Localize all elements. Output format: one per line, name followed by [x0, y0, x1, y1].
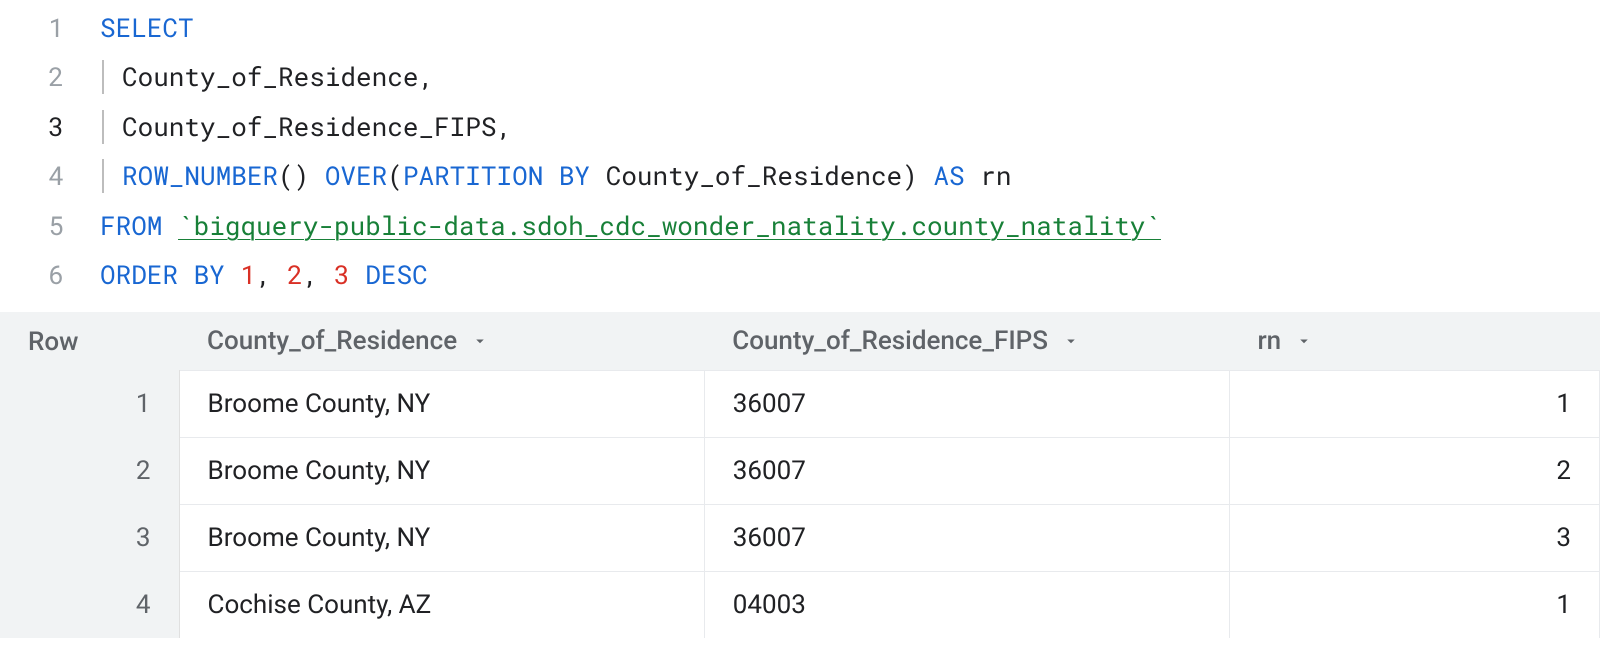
caret-down-icon: [1295, 332, 1313, 350]
code-content[interactable]: County_of_Residence_FIPS,: [100, 103, 1600, 152]
cell-fips: 36007: [704, 505, 1229, 572]
token-kw: FROM: [100, 209, 178, 243]
column-header-fips[interactable]: County_of_Residence_FIPS: [704, 312, 1229, 371]
code-content[interactable]: County_of_Residence,: [100, 53, 1600, 102]
query-results-table: Row County_of_Residence County_of_Reside…: [0, 312, 1600, 638]
token-kw: ORDER BY: [100, 258, 240, 292]
indent-guide: ROW_NUMBER() OVER(PARTITION BY County_of…: [102, 159, 1011, 193]
cell-county: Broome County, NY: [179, 371, 704, 438]
token-pn: ,: [496, 110, 512, 144]
table-row[interactable]: 1Broome County, NY360071: [0, 371, 1600, 438]
token-pn: ): [902, 159, 933, 193]
line-number: 3: [0, 103, 100, 152]
table-row[interactable]: 2Broome County, NY360072: [0, 438, 1600, 505]
token-id: County_of_Residence_FIPS: [122, 110, 496, 144]
line-number: 5: [0, 202, 100, 251]
column-header-county[interactable]: County_of_Residence: [179, 312, 704, 371]
cell-county: Cochise County, AZ: [179, 572, 704, 639]
cell-rn: 1: [1229, 371, 1599, 438]
results-header-row: Row County_of_Residence County_of_Reside…: [0, 312, 1600, 371]
cell-county: Broome County, NY: [179, 438, 704, 505]
table-row[interactable]: 3Broome County, NY360073: [0, 505, 1600, 572]
row-number-cell: 1: [0, 371, 179, 438]
cell-rn: 3: [1229, 505, 1599, 572]
token-kw: DESC: [350, 258, 428, 292]
line-number: 4: [0, 152, 100, 201]
row-number-cell: 3: [0, 505, 179, 572]
token-id: rn: [965, 159, 1012, 193]
code-content[interactable]: SELECT: [100, 4, 1600, 53]
editor-line[interactable]: 5FROM `bigquery-public-data.sdoh_cdc_won…: [0, 202, 1600, 251]
cell-fips: 36007: [704, 438, 1229, 505]
token-kw: PARTITION BY: [403, 159, 590, 193]
indent-guide: County_of_Residence_FIPS,: [102, 110, 512, 144]
token-kw: OVER: [325, 159, 387, 193]
token-num: 1: [240, 258, 256, 292]
token-pn: ,: [256, 258, 287, 292]
token-fn: ROW_NUMBER: [122, 159, 278, 193]
cell-rn: 2: [1229, 438, 1599, 505]
token-kw: AS: [933, 159, 964, 193]
token-num: 2: [287, 258, 303, 292]
line-number: 2: [0, 53, 100, 102]
row-number-cell: 2: [0, 438, 179, 505]
token-id: County_of_Residence: [122, 60, 418, 94]
column-header-label: County_of_Residence: [207, 326, 457, 356]
token-kw: SELECT: [100, 11, 194, 45]
editor-line[interactable]: 6ORDER BY 1, 2, 3 DESC: [0, 251, 1600, 300]
token-id: County_of_Residence: [590, 159, 902, 193]
column-header-rn[interactable]: rn: [1229, 312, 1599, 371]
cell-county: Broome County, NY: [179, 505, 704, 572]
line-number: 1: [0, 4, 100, 53]
sql-editor[interactable]: 1SELECT2County_of_Residence,3County_of_R…: [0, 0, 1600, 312]
column-header-label: Row: [28, 327, 78, 357]
column-header-label: County_of_Residence_FIPS: [732, 326, 1048, 356]
token-num: 3: [334, 258, 350, 292]
editor-line[interactable]: 4ROW_NUMBER() OVER(PARTITION BY County_o…: [0, 152, 1600, 201]
token-pn: ,: [418, 60, 434, 94]
editor-line[interactable]: 1SELECT: [0, 4, 1600, 53]
code-content[interactable]: ORDER BY 1, 2, 3 DESC: [100, 251, 1600, 300]
indent-guide: County_of_Residence,: [102, 60, 434, 94]
cell-fips: 04003: [704, 572, 1229, 639]
caret-down-icon: [471, 332, 489, 350]
token-pn: (: [387, 159, 403, 193]
token-str: `bigquery-public-data.sdoh_cdc_wonder_na…: [178, 209, 1161, 243]
editor-line[interactable]: 2County_of_Residence,: [0, 53, 1600, 102]
row-number-cell: 4: [0, 572, 179, 639]
caret-down-icon: [1062, 332, 1080, 350]
token-pn: ,: [303, 258, 334, 292]
column-header-row: Row: [0, 312, 179, 371]
editor-line[interactable]: 3County_of_Residence_FIPS,: [0, 103, 1600, 152]
token-pn: (): [278, 159, 325, 193]
column-header-label: rn: [1257, 326, 1281, 356]
table-row[interactable]: 4Cochise County, AZ040031: [0, 572, 1600, 639]
code-content[interactable]: ROW_NUMBER() OVER(PARTITION BY County_of…: [100, 152, 1600, 201]
cell-rn: 1: [1229, 572, 1599, 639]
line-number: 6: [0, 251, 100, 300]
cell-fips: 36007: [704, 371, 1229, 438]
code-content[interactable]: FROM `bigquery-public-data.sdoh_cdc_wond…: [100, 202, 1600, 251]
